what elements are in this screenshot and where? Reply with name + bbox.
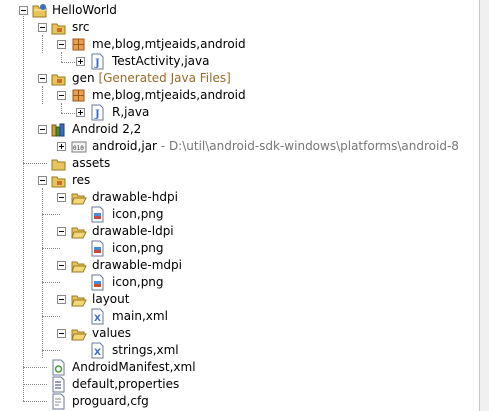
tree-item-label: HelloWorld bbox=[52, 3, 117, 17]
folder-open-icon bbox=[71, 223, 87, 240]
expand-toggle[interactable] bbox=[76, 108, 85, 117]
tree-item-test-activity[interactable]: J TestActivity,java bbox=[0, 53, 480, 70]
tree-item-default-properties[interactable]: default,properties bbox=[0, 376, 480, 393]
collapse-toggle[interactable] bbox=[38, 125, 47, 134]
tree-item-icon-png-ldpi[interactable]: icon,png bbox=[0, 240, 480, 257]
tree-item-label: icon,png bbox=[112, 275, 164, 289]
tree-item-label: strings,xml bbox=[112, 343, 179, 357]
tree-item-label: gen [Generated Java Files] bbox=[72, 70, 231, 87]
source-folder-icon bbox=[51, 19, 67, 36]
tree-item-gen-package[interactable]: me,blog,mtjeaids,android bbox=[0, 87, 480, 104]
library-icon bbox=[51, 121, 67, 138]
tree-item-drawable-mdpi[interactable]: drawable-mdpi bbox=[0, 257, 480, 274]
collapse-toggle[interactable] bbox=[57, 227, 66, 236]
collapse-toggle[interactable] bbox=[38, 176, 47, 185]
tree-item-label: me,blog,mtjeaids,android bbox=[92, 88, 246, 102]
collapse-toggle[interactable] bbox=[38, 23, 47, 32]
svg-text:X: X bbox=[94, 314, 101, 324]
text-file-icon bbox=[51, 393, 67, 410]
tree-item-label: layout bbox=[92, 292, 130, 306]
jar-path: - D:\util\android-sdk-windows\platforms\… bbox=[156, 139, 459, 153]
svg-text:X: X bbox=[94, 348, 101, 358]
tree-item-icon-png-hdpi[interactable]: icon,png bbox=[0, 206, 480, 223]
folder-icon bbox=[51, 172, 67, 189]
tree-item-label: res bbox=[72, 173, 91, 187]
collapse-toggle[interactable] bbox=[57, 193, 66, 202]
collapse-toggle[interactable] bbox=[38, 74, 47, 83]
collapse-toggle[interactable] bbox=[57, 40, 66, 49]
tree-item-label: icon,png bbox=[112, 207, 164, 221]
tree-item-label: R,java bbox=[112, 105, 150, 119]
tree-item-values[interactable]: values bbox=[0, 325, 480, 342]
tree-item-proguard[interactable]: proguard,cfg bbox=[0, 393, 480, 410]
folder-open-icon bbox=[71, 257, 87, 274]
folder-icon bbox=[51, 155, 67, 172]
project-explorer-tree: HelloWorld src me,blog,mtjeaids,android bbox=[0, 0, 480, 411]
vertical-scrollbar[interactable] bbox=[479, 0, 489, 411]
tree-item-project-root[interactable]: HelloWorld bbox=[0, 2, 480, 19]
image-file-icon bbox=[90, 206, 106, 223]
collapse-toggle[interactable] bbox=[57, 295, 66, 304]
tree-item-gen[interactable]: gen [Generated Java Files] bbox=[0, 70, 480, 87]
tree-item-label: AndroidManifest,xml bbox=[72, 360, 196, 374]
manifest-file-icon bbox=[51, 359, 67, 376]
collapse-toggle[interactable] bbox=[57, 261, 66, 270]
expand-toggle[interactable] bbox=[57, 142, 66, 151]
project-folder-icon bbox=[32, 2, 48, 19]
generated-decoration: [Generated Java Files] bbox=[98, 71, 231, 85]
tree-item-label: android,jar - D:\util\android-sdk-window… bbox=[92, 138, 459, 155]
tree-item-r-java[interactable]: J R,java bbox=[0, 104, 480, 121]
tree-item-assets[interactable]: assets bbox=[0, 155, 480, 172]
tree-item-label: drawable-ldpi bbox=[92, 224, 174, 238]
generated-folder-icon bbox=[51, 70, 67, 87]
tree-item-label: main,xml bbox=[112, 309, 168, 323]
tree-item-label: drawable-mdpi bbox=[92, 258, 182, 272]
image-file-icon bbox=[90, 274, 106, 291]
tree-item-android-manifest[interactable]: AndroidManifest,xml bbox=[0, 359, 480, 376]
tree-item-res[interactable]: res bbox=[0, 172, 480, 189]
tree-item-android-library[interactable]: Android 2,2 bbox=[0, 121, 480, 138]
tree-item-layout[interactable]: layout bbox=[0, 291, 480, 308]
java-file-icon: J bbox=[90, 53, 106, 70]
properties-file-icon bbox=[51, 376, 67, 393]
tree-item-label: TestActivity,java bbox=[112, 54, 210, 68]
tree-item-label: proguard,cfg bbox=[72, 394, 149, 408]
xml-file-icon: X bbox=[90, 308, 106, 325]
xml-file-icon: X bbox=[90, 342, 106, 359]
tree-item-icon-png-mdpi[interactable]: icon,png bbox=[0, 274, 480, 291]
tree-item-label: values bbox=[92, 326, 132, 340]
folder-open-icon bbox=[71, 291, 87, 308]
tree-item-label: src bbox=[72, 20, 90, 34]
package-icon bbox=[71, 87, 87, 104]
tree-item-label: assets bbox=[72, 156, 111, 170]
java-file-icon: J bbox=[90, 104, 106, 121]
collapse-toggle[interactable] bbox=[19, 6, 28, 15]
tree-item-label: Android 2,2 bbox=[72, 122, 142, 136]
image-file-icon bbox=[90, 240, 106, 257]
tree-item-label: drawable-hdpi bbox=[92, 190, 178, 204]
folder-open-icon bbox=[71, 325, 87, 342]
folder-name: gen bbox=[72, 71, 95, 85]
tree-item-drawable-hdpi[interactable]: drawable-hdpi bbox=[0, 189, 480, 206]
jar-icon: 010 bbox=[71, 138, 87, 155]
tree-item-android-jar[interactable]: 010 android,jar - D:\util\android-sdk-wi… bbox=[0, 138, 480, 155]
package-icon bbox=[71, 36, 87, 53]
tree-item-label: default,properties bbox=[72, 377, 180, 391]
tree-item-strings-xml[interactable]: X strings,xml bbox=[0, 342, 480, 359]
tree-item-label: me,blog,mtjeaids,android bbox=[92, 37, 246, 51]
collapse-toggle[interactable] bbox=[57, 91, 66, 100]
collapse-toggle[interactable] bbox=[57, 329, 66, 338]
svg-text:J: J bbox=[94, 109, 100, 120]
svg-text:J: J bbox=[94, 58, 100, 69]
tree-item-label: icon,png bbox=[112, 241, 164, 255]
tree-item-drawable-ldpi[interactable]: drawable-ldpi bbox=[0, 223, 480, 240]
jar-name: android,jar bbox=[92, 139, 157, 153]
folder-open-icon bbox=[71, 189, 87, 206]
tree-item-src[interactable]: src bbox=[0, 19, 480, 36]
expand-toggle[interactable] bbox=[76, 57, 85, 66]
tree-item-main-xml[interactable]: X main,xml bbox=[0, 308, 480, 325]
svg-text:010: 010 bbox=[73, 145, 84, 152]
tree-item-src-package[interactable]: me,blog,mtjeaids,android bbox=[0, 36, 480, 53]
